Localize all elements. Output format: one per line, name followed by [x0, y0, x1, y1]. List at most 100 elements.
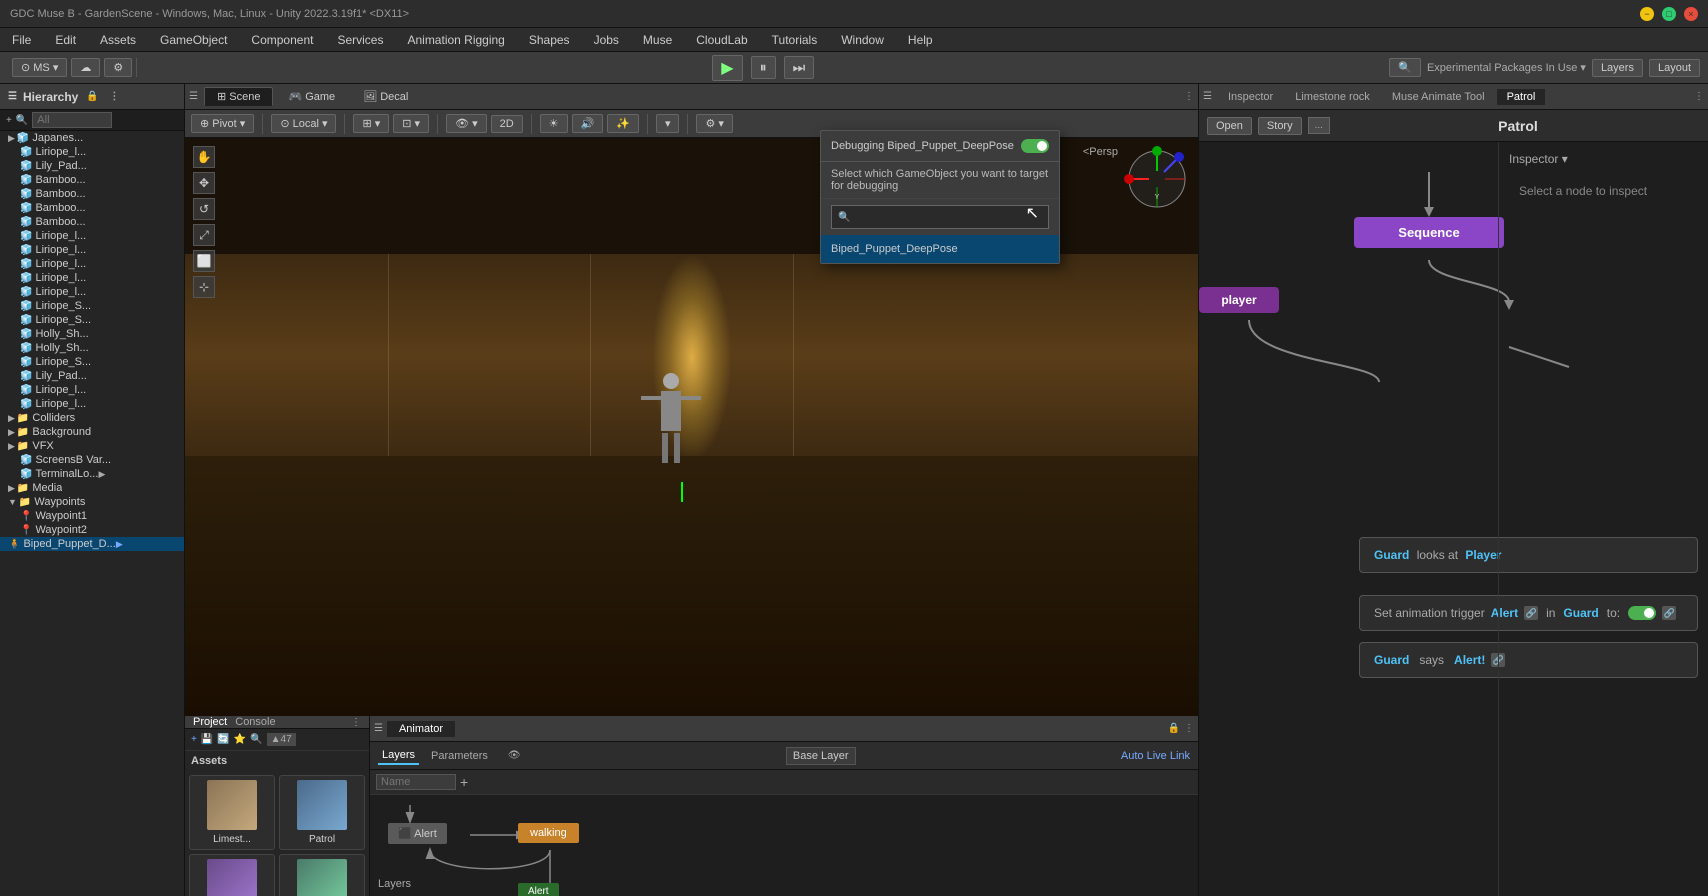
hierarchy-lock-icon[interactable]: 🔒: [84, 89, 100, 105]
view-mode-btn[interactable]: 👁 ▾: [446, 114, 487, 133]
2d-btn[interactable]: 2D: [491, 115, 523, 133]
maximize-button[interactable]: □: [1662, 7, 1676, 21]
list-item[interactable]: 🧊 Liriope_l...: [0, 229, 184, 243]
pause-button[interactable]: ⏸: [751, 56, 776, 79]
menu-gameobject[interactable]: GameObject: [156, 31, 231, 49]
tab-project[interactable]: Project: [193, 716, 227, 728]
list-item[interactable]: 🧊 ScreensB Var...: [0, 453, 184, 467]
insp-more-icon[interactable]: ⋮: [1694, 91, 1704, 102]
menu-shapes[interactable]: Shapes: [525, 31, 574, 49]
save-icon[interactable]: 💾: [201, 734, 213, 745]
animator-more-icon[interactable]: ⋮: [1184, 723, 1194, 734]
menu-window[interactable]: Window: [837, 31, 888, 49]
list-item[interactable]: 🧊 Holly_Sh...: [0, 341, 184, 355]
viewport-scale-tool[interactable]: ⤢: [193, 224, 215, 246]
menu-anim-rigging[interactable]: Animation Rigging: [403, 31, 508, 49]
open-button[interactable]: Open: [1207, 117, 1252, 135]
menu-component[interactable]: Component: [247, 31, 317, 49]
list-item[interactable]: 🧊 Holly_Sh...: [0, 327, 184, 341]
anim-state-alert[interactable]: ⬛ Alert: [388, 823, 447, 844]
tab-game[interactable]: 🎮 Game: [275, 87, 348, 106]
tab-scene[interactable]: ⊞ Scene: [204, 87, 273, 106]
viewport-rect-tool[interactable]: ⬜: [193, 250, 215, 272]
viewport-move-tool[interactable]: ✥: [193, 172, 215, 194]
anim-state-walking[interactable]: walking: [518, 823, 579, 843]
tab-muse-animate[interactable]: Muse Animate Tool: [1382, 89, 1495, 105]
list-item[interactable]: 🧊 Liriope_l...: [0, 285, 184, 299]
list-item[interactable]: 🧊 Liriope_l...: [0, 271, 184, 285]
list-item[interactable]: 🧊 Liriope_S...: [0, 313, 184, 327]
ms-dropdown[interactable]: ⊙ MS ▾: [12, 58, 67, 77]
add-asset-btn[interactable]: +: [191, 734, 197, 745]
asset-search-icon[interactable]: 🔍: [250, 734, 262, 745]
viewport-hand-tool[interactable]: ✋: [193, 146, 215, 168]
debug-list-item-biped[interactable]: Biped_Puppet_DeepPose: [821, 235, 1059, 263]
asset-card-limestone[interactable]: Limest...: [189, 775, 275, 850]
story-area[interactable]: Sequence player Guard looks at Player Se…: [1199, 142, 1708, 896]
more-options-btn[interactable]: ...: [1308, 117, 1330, 134]
list-item[interactable]: 📍 Waypoint1: [0, 509, 184, 523]
fx-btn[interactable]: ✨: [607, 114, 639, 133]
animator-tab-layers[interactable]: Layers: [378, 747, 419, 765]
hierarchy-search-input[interactable]: [32, 112, 112, 128]
tab-patrol[interactable]: Patrol: [1497, 89, 1546, 105]
list-item[interactable]: 🧊 Lily_Pad...: [0, 369, 184, 383]
eye-icon[interactable]: 👁: [508, 750, 521, 761]
tab-decal[interactable]: 🖼 Decal: [350, 87, 421, 106]
add-state-btn[interactable]: +: [460, 774, 468, 790]
tab-animator[interactable]: Animator: [387, 721, 455, 737]
menu-muse[interactable]: Muse: [639, 31, 676, 49]
tab-limestone[interactable]: Limestone rock: [1285, 89, 1380, 105]
list-item[interactable]: 🧊 Bamboo...: [0, 215, 184, 229]
node-player[interactable]: player: [1199, 287, 1279, 313]
asset-card-patrol[interactable]: Patrol: [279, 775, 365, 850]
list-item[interactable]: 🧊 Liriope_l...: [0, 383, 184, 397]
list-item[interactable]: ▶ 📁 Colliders: [0, 411, 184, 425]
list-item[interactable]: 🧊 Bamboo...: [0, 201, 184, 215]
animator-lock-icon[interactable]: 🔒: [1168, 723, 1180, 734]
list-item[interactable]: 🧊 Liriope_l...: [0, 243, 184, 257]
debug-search-input[interactable]: [854, 208, 1042, 226]
list-item[interactable]: 🧊 Lily_Pad...: [0, 159, 184, 173]
favorites-icon[interactable]: ⭐: [234, 734, 246, 745]
layers-dropdown[interactable]: Layers: [1592, 59, 1643, 77]
list-item[interactable]: ▶ 📁 Background: [0, 425, 184, 439]
list-item[interactable]: ▶ 📁 VFX: [0, 439, 184, 453]
menu-assets[interactable]: Assets: [96, 31, 140, 49]
list-item[interactable]: 🧊 Liriope_l...: [0, 397, 184, 411]
list-item[interactable]: ▶ 📁 Media: [0, 481, 184, 495]
list-item[interactable]: 📍 Waypoint2: [0, 523, 184, 537]
asset-card-cube[interactable]: [279, 854, 365, 896]
audio-btn[interactable]: 🔊: [572, 114, 604, 133]
snap-btn[interactable]: ⊡ ▾: [393, 114, 429, 133]
list-item[interactable]: 🧊 TerminalLo... ▶: [0, 467, 184, 481]
menu-cloudlab[interactable]: CloudLab: [692, 31, 751, 49]
menu-edit[interactable]: Edit: [51, 31, 80, 49]
scene-dropdown[interactable]: ▾: [656, 114, 680, 133]
step-button[interactable]: ⏭: [784, 56, 815, 79]
search-btn[interactable]: 🔍: [1389, 58, 1421, 77]
hierarchy-add-icon[interactable]: +: [6, 115, 12, 126]
window-controls[interactable]: − □ ×: [1640, 7, 1698, 21]
node-sequence[interactable]: Sequence: [1354, 217, 1504, 248]
tab-console[interactable]: Console: [235, 716, 275, 728]
project-more-icon[interactable]: ⋮: [351, 717, 361, 728]
list-item[interactable]: ▶ 🧊 Japanes...: [0, 131, 184, 145]
play-button[interactable]: ▶: [712, 55, 742, 81]
viewport-rotate-tool[interactable]: ↺: [193, 198, 215, 220]
local-btn[interactable]: ⊙ Local ▾: [271, 114, 336, 133]
anim-state-alert-bottom[interactable]: Alert: [518, 883, 559, 896]
list-item[interactable]: 🧊 Bamboo...: [0, 173, 184, 187]
gizmos-btn[interactable]: ⚙ ▾: [696, 114, 732, 133]
list-item[interactable]: 🧊 Liriope_S...: [0, 299, 184, 313]
animator-name-input[interactable]: [376, 774, 456, 790]
gizmo-widget[interactable]: Y: [1124, 146, 1190, 212]
refresh-icon[interactable]: 🔄: [217, 734, 229, 745]
asset-card-chat[interactable]: [189, 854, 275, 896]
close-button[interactable]: ×: [1684, 7, 1698, 21]
list-item[interactable]: 🧊 Bamboo...: [0, 187, 184, 201]
list-item[interactable]: ▼ 📁 Waypoints: [0, 495, 184, 509]
settings-btn[interactable]: ⚙: [104, 58, 132, 77]
viewport-transform-tool[interactable]: ⊹: [193, 276, 215, 298]
scene-more-icon[interactable]: ⋮: [1184, 91, 1194, 102]
